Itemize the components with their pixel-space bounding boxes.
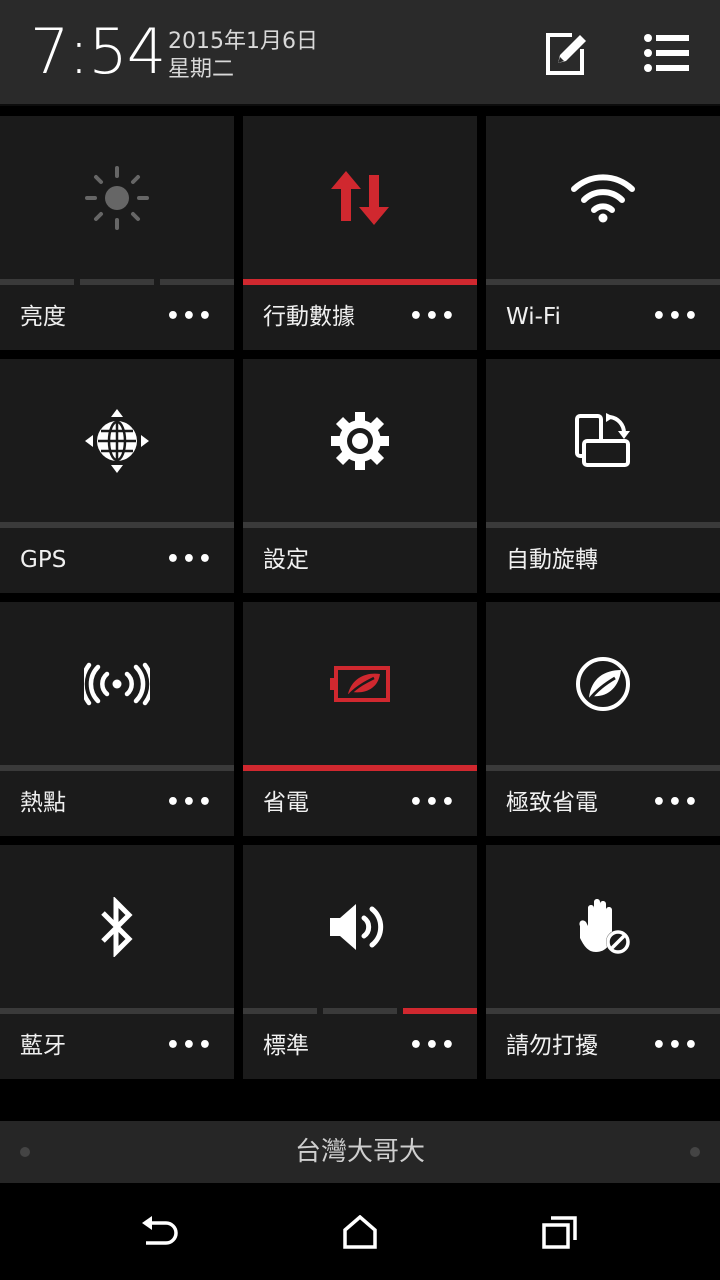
drag-handle-right[interactable] bbox=[690, 1147, 700, 1157]
gps-icon bbox=[85, 409, 149, 473]
status-bar bbox=[243, 522, 477, 528]
list-menu-button[interactable] bbox=[642, 28, 692, 78]
tile-do-not-disturb[interactable]: 請勿打擾 ••• bbox=[486, 845, 720, 1079]
more-options-button[interactable]: ••• bbox=[166, 1033, 214, 1059]
power-saver-icon bbox=[330, 666, 390, 702]
tile-label: 省電 bbox=[263, 790, 309, 816]
tile-brightness[interactable]: 亮度 ••• bbox=[0, 116, 234, 350]
more-options-button[interactable]: ••• bbox=[652, 1033, 700, 1059]
tile-label: 極致省電 bbox=[506, 790, 598, 816]
tile-sound-profile[interactable]: 標準 ••• bbox=[243, 845, 477, 1079]
more-options-button[interactable]: ••• bbox=[166, 547, 214, 573]
brightness-level-bar[interactable] bbox=[0, 279, 234, 285]
date-text: 2015年1月6日 bbox=[168, 29, 318, 54]
home-icon bbox=[343, 1215, 377, 1249]
status-bar bbox=[486, 522, 720, 528]
volume-icon bbox=[330, 904, 384, 950]
tile-label: 自動旋轉 bbox=[506, 547, 598, 573]
edit-icon bbox=[546, 33, 586, 75]
tile-label: 標準 bbox=[263, 1033, 309, 1059]
status-bar-active bbox=[243, 279, 477, 285]
tile-label: GPS bbox=[20, 547, 67, 573]
extreme-power-saver-icon bbox=[576, 657, 630, 711]
carrier-name: 台灣大哥大 bbox=[294, 1137, 425, 1167]
more-options-button[interactable]: ••• bbox=[652, 790, 700, 816]
recents-button[interactable] bbox=[530, 1202, 590, 1262]
tile-label: 亮度 bbox=[20, 304, 66, 330]
sound-profile-level-bar[interactable] bbox=[243, 1008, 477, 1014]
tile-hotspot[interactable]: 熱點 ••• bbox=[0, 602, 234, 836]
tile-mobile-data[interactable]: 行動數據 ••• bbox=[243, 116, 477, 350]
wifi-icon bbox=[571, 174, 635, 223]
more-options-button[interactable]: ••• bbox=[409, 304, 457, 330]
mobile-data-icon bbox=[331, 171, 389, 225]
tile-label: 設定 bbox=[263, 547, 309, 573]
carrier-bar: 台灣大哥大 bbox=[0, 1121, 720, 1183]
tile-label: 熱點 bbox=[20, 790, 66, 816]
list-menu-icon bbox=[644, 34, 689, 72]
home-button[interactable] bbox=[330, 1202, 390, 1262]
bluetooth-icon bbox=[101, 897, 133, 957]
navigation-bar bbox=[0, 1184, 720, 1280]
date-block: 2015年1月6日 星期二 bbox=[168, 28, 318, 84]
tile-power-saver[interactable]: 省電 ••• bbox=[243, 602, 477, 836]
tile-wifi[interactable]: Wi-Fi ••• bbox=[486, 116, 720, 350]
more-options-button[interactable]: ••• bbox=[166, 790, 214, 816]
status-bar bbox=[486, 1008, 720, 1014]
tile-label: Wi-Fi bbox=[506, 304, 561, 330]
more-options-button[interactable]: ••• bbox=[409, 790, 457, 816]
tile-bluetooth[interactable]: 藍牙 ••• bbox=[0, 845, 234, 1079]
more-options-button[interactable]: ••• bbox=[652, 304, 700, 330]
status-bar bbox=[486, 765, 720, 771]
weekday-text: 星期二 bbox=[168, 57, 235, 82]
back-button[interactable] bbox=[130, 1202, 190, 1262]
tile-label: 請勿打擾 bbox=[506, 1033, 598, 1059]
status-bar bbox=[0, 765, 234, 771]
hotspot-icon bbox=[84, 662, 150, 706]
tile-extreme-power-saver[interactable]: 極致省電 ••• bbox=[486, 602, 720, 836]
recents-icon bbox=[542, 1216, 577, 1249]
auto-rotate-icon bbox=[575, 413, 630, 467]
back-icon bbox=[142, 1216, 178, 1245]
settings-icon bbox=[331, 412, 389, 470]
brightness-icon bbox=[85, 166, 149, 230]
do-not-disturb-icon bbox=[579, 899, 630, 954]
tile-auto-rotate[interactable]: 自動旋轉 bbox=[486, 359, 720, 593]
notification-header: 7:54 2015年1月6日 星期二 bbox=[0, 0, 720, 106]
tile-label: 藍牙 bbox=[20, 1033, 66, 1059]
more-options-button[interactable]: ••• bbox=[166, 304, 214, 330]
tile-label: 行動數據 bbox=[263, 304, 355, 330]
more-options-button[interactable]: ••• bbox=[409, 1033, 457, 1059]
status-bar-active bbox=[243, 765, 477, 771]
edit-button[interactable] bbox=[540, 28, 590, 78]
status-bar bbox=[0, 1008, 234, 1014]
tile-gps[interactable]: GPS ••• bbox=[0, 359, 234, 593]
clock-time: 7:54 bbox=[30, 15, 166, 88]
status-bar bbox=[486, 279, 720, 285]
tile-settings[interactable]: 設定 bbox=[243, 359, 477, 593]
status-bar bbox=[0, 522, 234, 528]
quick-settings-grid: 亮度 ••• 行動數據 ••• Wi-Fi ••• GPS ••• 設定 自動旋… bbox=[0, 116, 720, 1079]
